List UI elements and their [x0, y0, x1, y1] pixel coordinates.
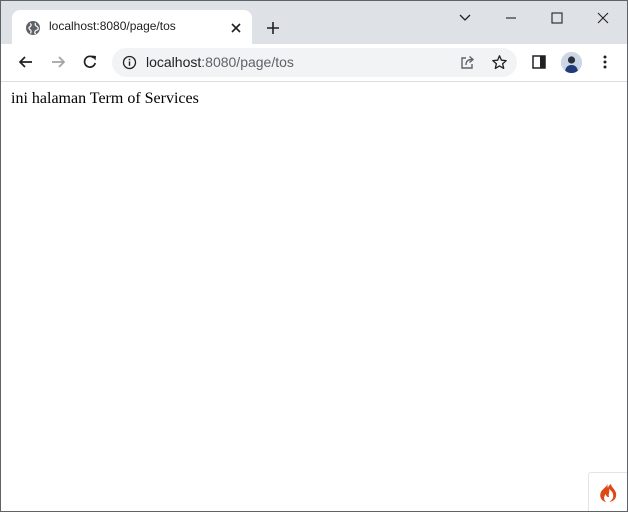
- back-arrow-icon[interactable]: [17, 53, 35, 71]
- globe-icon: [26, 21, 40, 35]
- tab-strip: localhost:8080/page/tos: [1, 1, 627, 44]
- reload-icon[interactable]: [81, 53, 99, 71]
- browser-window: localhost:8080/page/tos localhost:8080/p…: [0, 0, 628, 512]
- minimize-icon[interactable]: [502, 9, 520, 27]
- forward-arrow-icon[interactable]: [49, 53, 67, 71]
- site-info-icon[interactable]: [122, 55, 137, 70]
- url-text[interactable]: localhost:8080/page/tos: [146, 54, 294, 70]
- url-path: :8080/page/tos: [201, 54, 294, 70]
- tab-search-chevron-down-icon[interactable]: [456, 9, 474, 27]
- page-content: ini halaman Term of Services: [1, 82, 627, 511]
- avatar-person-icon: [561, 52, 582, 73]
- page-body-text: ini halaman Term of Services: [11, 90, 199, 107]
- codeigniter-flame-icon: [600, 482, 617, 502]
- kebab-menu-icon[interactable]: [597, 54, 613, 70]
- tab-active[interactable]: localhost:8080/page/tos: [12, 10, 252, 44]
- tab-close-icon[interactable]: [229, 21, 243, 35]
- share-icon[interactable]: [459, 54, 476, 71]
- debug-toolbar-toggle[interactable]: [588, 472, 627, 511]
- tab-title: localhost:8080/page/tos: [49, 19, 176, 33]
- maximize-icon[interactable]: [548, 9, 566, 27]
- url-host: localhost: [146, 54, 202, 70]
- bookmark-star-icon[interactable]: [491, 54, 508, 71]
- side-panel-icon[interactable]: [531, 54, 547, 70]
- profile-avatar[interactable]: [561, 52, 582, 73]
- address-bar[interactable]: localhost:8080/page/tos: [112, 48, 517, 77]
- new-tab-plus-icon[interactable]: [265, 20, 281, 36]
- close-window-icon[interactable]: [594, 9, 612, 27]
- browser-toolbar: localhost:8080/page/tos: [1, 44, 627, 82]
